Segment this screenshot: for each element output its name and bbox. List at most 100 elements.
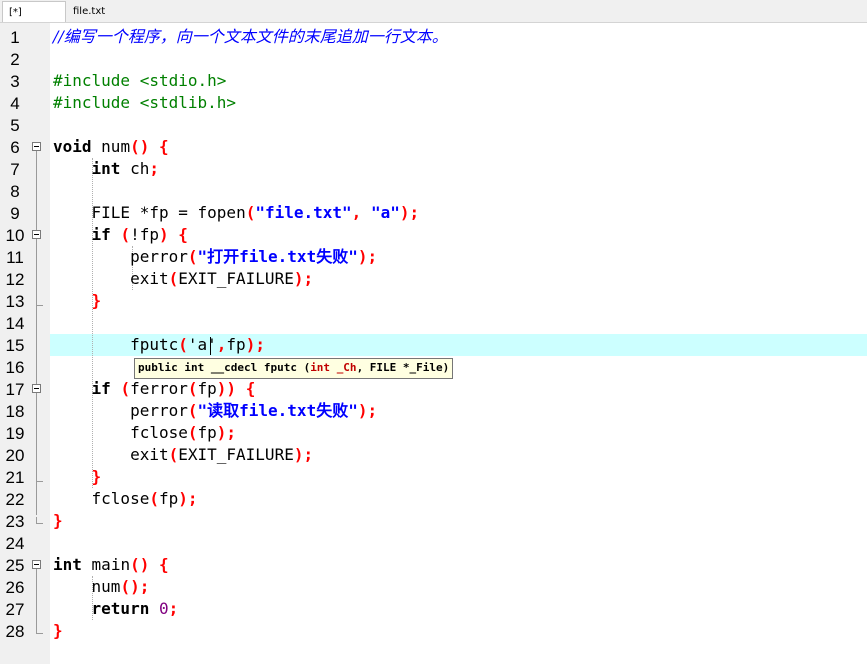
code-line-3: #include <stdio.h> bbox=[53, 70, 226, 92]
line-number: 20 bbox=[5, 446, 25, 465]
fold-toggle-icon[interactable] bbox=[32, 384, 41, 393]
code-line-26: num(); bbox=[91, 577, 150, 596]
identifier: exit bbox=[130, 269, 169, 288]
editor-tab-bar: [*] main1.c file.txt bbox=[0, 0, 867, 39]
identifier: num bbox=[101, 137, 131, 156]
function-signature-tooltip: public int __cdecl fputc (int _Ch, FILE … bbox=[134, 358, 454, 379]
line-number: 22 bbox=[5, 490, 25, 509]
code-line-9: FILE *fp = fopen("file.txt", "a"); bbox=[91, 203, 420, 222]
keyword: if bbox=[91, 225, 111, 244]
line-number: 24 bbox=[5, 534, 25, 553]
identifier: main bbox=[91, 555, 131, 574]
line-number: 6 bbox=[10, 138, 20, 157]
line-number: 3 bbox=[10, 72, 20, 91]
tooltip-signature: public int __cdecl fputc ( bbox=[138, 361, 311, 374]
fold-end-marker bbox=[36, 475, 43, 482]
code-line-18: perror("读取file.txt失败"); bbox=[130, 401, 378, 420]
line-number: 10 bbox=[5, 226, 25, 245]
identifier: fputc bbox=[130, 335, 179, 354]
line-number: 9 bbox=[10, 204, 20, 223]
identifier: fp bbox=[197, 423, 217, 442]
line-number: 15 bbox=[5, 336, 25, 355]
fold-toggle-icon[interactable] bbox=[32, 230, 41, 239]
line-number: 17 bbox=[5, 380, 25, 399]
identifier: FILE bbox=[91, 203, 131, 222]
code-line-12: exit(EXIT_FAILURE); bbox=[130, 269, 314, 288]
identifier: !fp bbox=[130, 225, 159, 244]
line-number-gutter: 1 2 3 4 5 6 7 8 9 10 11 12 13 14 15 16 1… bbox=[0, 23, 50, 664]
code-line-25: int main() { bbox=[53, 555, 169, 574]
keyword: void bbox=[53, 137, 92, 156]
line-number: 8 bbox=[10, 182, 20, 201]
code-line-6: void num() { bbox=[53, 137, 169, 156]
identifier: fclose bbox=[130, 423, 188, 442]
string-literal: "file.txt" bbox=[255, 203, 352, 222]
code-line-27: return 0; bbox=[91, 599, 179, 618]
string-literal: "读取file.txt失败" bbox=[197, 401, 358, 420]
line-number: 27 bbox=[5, 600, 25, 619]
tooltip-current-param-name: _Ch bbox=[336, 361, 357, 374]
keyword: return bbox=[91, 599, 150, 618]
line-number: 18 bbox=[5, 402, 25, 421]
line-number: 11 bbox=[6, 248, 24, 267]
fold-toggle-icon[interactable] bbox=[32, 142, 41, 151]
text-caret bbox=[210, 337, 211, 355]
tooltip-current-param-type: int bbox=[310, 361, 331, 374]
identifier: *fp bbox=[139, 203, 169, 222]
line-number: 25 bbox=[5, 556, 25, 575]
identifier: perror bbox=[130, 401, 188, 420]
fold-toggle-icon[interactable] bbox=[32, 560, 41, 569]
code-line-1: //编写一个程序，向一个文本文件的末尾追加一行文本。 bbox=[53, 26, 448, 48]
line-number: 4 bbox=[10, 94, 20, 113]
identifier: ch bbox=[130, 159, 150, 178]
number-literal: 0 bbox=[158, 599, 169, 618]
operator: = bbox=[178, 203, 188, 222]
fold-line bbox=[36, 151, 37, 515]
line-number: 5 bbox=[10, 116, 20, 135]
code-line-11: perror("打开file.txt失败"); bbox=[130, 247, 378, 266]
identifier: EXIT_FAILURE bbox=[178, 445, 294, 464]
line-number: 13 bbox=[5, 292, 25, 311]
code-line-10: if (!fp) { bbox=[91, 225, 188, 244]
code-line-20: exit(EXIT_FAILURE); bbox=[130, 445, 314, 464]
string-literal: "打开file.txt失败" bbox=[197, 247, 358, 266]
identifier: num bbox=[91, 577, 121, 596]
keyword: int bbox=[53, 555, 82, 574]
identifier: fclose bbox=[91, 489, 150, 508]
code-line-13: } bbox=[91, 291, 102, 310]
code-line-19: fclose(fp); bbox=[130, 423, 237, 442]
preprocessor-include: #include <stdio.h> bbox=[53, 71, 227, 90]
identifier: fp bbox=[197, 379, 217, 398]
code-line-22: fclose(fp); bbox=[91, 489, 198, 508]
identifier: fp bbox=[158, 489, 179, 508]
identifier: fopen bbox=[197, 203, 246, 222]
identifier: fp bbox=[226, 335, 246, 354]
code-line-23: } bbox=[53, 511, 63, 530]
fold-end-marker bbox=[36, 299, 43, 306]
code-line-15: fputc('a',fp); bbox=[130, 335, 265, 354]
fold-end-marker bbox=[36, 517, 43, 524]
line-number: 28 bbox=[5, 622, 25, 641]
comment: //编写一个程序，向一个文本文件的末尾追加一行文本。 bbox=[53, 27, 448, 46]
identifier: perror bbox=[130, 247, 188, 266]
tab-main1-c[interactable]: [*] main1.c bbox=[2, 1, 66, 39]
code-line-7: int ch; bbox=[91, 159, 159, 178]
tab-file-txt[interactable]: file.txt bbox=[67, 1, 119, 22]
code-line-4: #include <stdlib.h> bbox=[53, 92, 236, 114]
line-number: 19 bbox=[5, 424, 25, 443]
line-number: 14 bbox=[5, 314, 25, 333]
code-line-17: if (ferror(fp)) { bbox=[91, 379, 256, 398]
tooltip-signature-rest: , FILE *_File) bbox=[356, 361, 450, 374]
fold-line bbox=[36, 569, 37, 627]
line-number: 21 bbox=[5, 468, 25, 487]
code-line-21: } bbox=[91, 467, 102, 486]
line-number: 12 bbox=[5, 270, 25, 289]
char-literal: 'a' bbox=[187, 335, 217, 354]
identifier: ferror bbox=[130, 379, 188, 398]
identifier: EXIT_FAILURE bbox=[178, 269, 294, 288]
line-number: 1 bbox=[10, 28, 20, 47]
preprocessor-include: #include <stdlib.h> bbox=[53, 93, 237, 112]
keyword: int bbox=[91, 159, 121, 178]
code-line-28: } bbox=[53, 621, 63, 640]
string-literal: "a" bbox=[370, 203, 400, 222]
